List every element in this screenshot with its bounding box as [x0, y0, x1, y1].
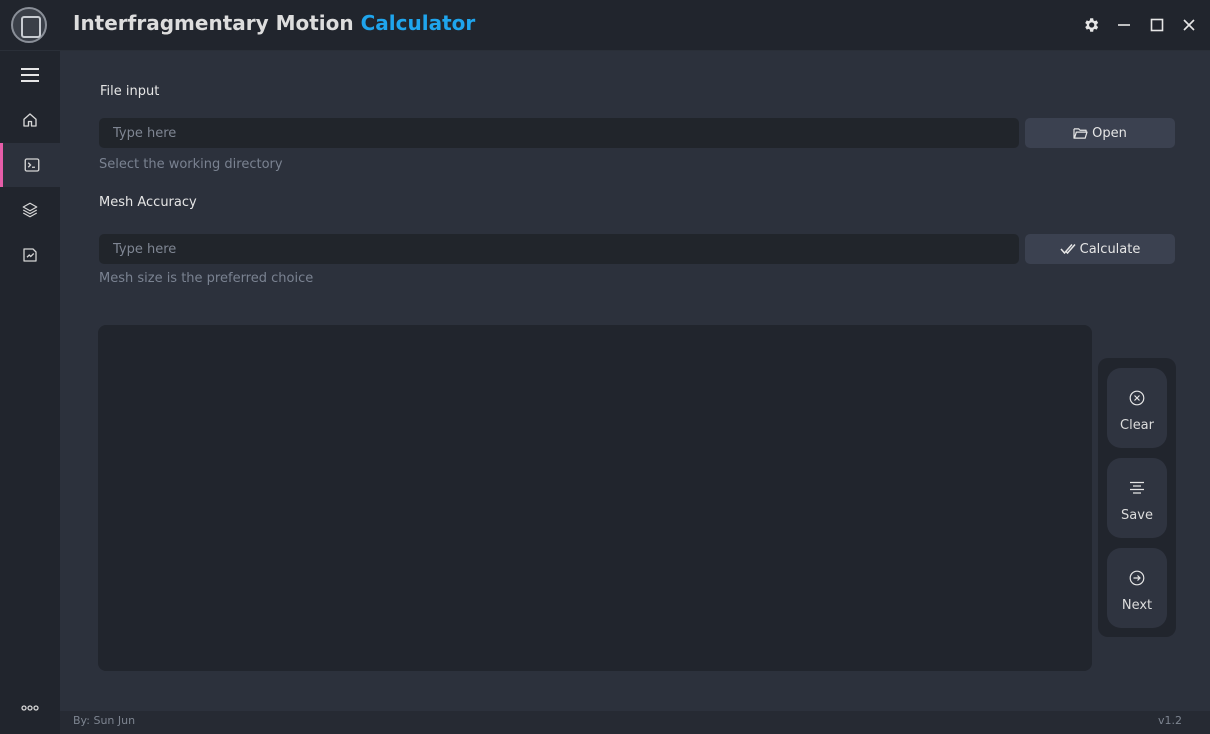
sidebar-item-save-chart[interactable] — [0, 233, 60, 277]
sidebar-more-button[interactable] — [0, 686, 60, 730]
calculate-button-label: Calculate — [1079, 241, 1141, 257]
terminal-icon — [24, 158, 39, 172]
save-chart-icon — [23, 248, 37, 262]
open-button-label: Open — [1092, 125, 1127, 141]
file-input-label: File input — [100, 84, 160, 99]
version-label: v1.2 — [1157, 714, 1182, 727]
maximize-button[interactable] — [1142, 10, 1172, 40]
sidebar — [0, 51, 60, 734]
maximize-icon — [1150, 18, 1164, 32]
save-button-label: Save — [1121, 507, 1153, 523]
mesh-accuracy-field[interactable] — [99, 234, 1019, 264]
home-icon — [23, 113, 37, 127]
author-credit: By: Sun Jun — [73, 714, 136, 727]
hamburger-menu-icon — [21, 68, 39, 82]
app-logo-icon — [11, 7, 47, 43]
clear-circle-x-icon — [1129, 390, 1145, 405]
folder-open-icon — [1073, 127, 1088, 139]
sidebar-item-terminal[interactable] — [0, 143, 60, 187]
app-title-main: Interfragmentary Motion — [73, 11, 361, 35]
next-button-label: Next — [1121, 597, 1153, 613]
open-button[interactable]: Open — [1025, 118, 1175, 148]
sidebar-menu-toggle[interactable] — [0, 53, 60, 97]
status-bar: By: Sun Jun v1.2 — [60, 711, 1210, 734]
app-title-accent: Calculator — [360, 11, 476, 35]
arrow-right-circle-icon — [1129, 570, 1145, 585]
settings-button[interactable] — [1076, 10, 1106, 40]
action-panel: Clear Save Next — [1098, 358, 1176, 637]
title-bar: Interfragmentary Motion Calculator — [0, 0, 1210, 51]
output-text-area[interactable] — [98, 325, 1092, 671]
layers-icon — [22, 202, 38, 218]
more-dots-icon — [21, 705, 39, 711]
check-double-icon — [1060, 244, 1076, 255]
minimize-button[interactable] — [1109, 10, 1139, 40]
close-icon — [1183, 19, 1195, 31]
clear-button-label: Clear — [1120, 417, 1154, 433]
save-button[interactable]: Save — [1107, 458, 1167, 538]
align-center-icon — [1130, 481, 1144, 494]
sidebar-item-home[interactable] — [0, 98, 60, 142]
clear-button[interactable]: Clear — [1107, 368, 1167, 448]
mesh-accuracy-label: Mesh Accuracy — [99, 195, 197, 210]
next-button[interactable]: Next — [1107, 548, 1167, 628]
close-button[interactable] — [1174, 10, 1204, 40]
mesh-accuracy-hint: Mesh size is the preferred choice — [99, 271, 314, 286]
app-title: Interfragmentary Motion Calculator — [73, 11, 475, 35]
file-input-hint: Select the working directory — [99, 157, 283, 172]
file-input-field[interactable] — [99, 118, 1019, 148]
gear-icon — [1085, 18, 1099, 32]
sidebar-item-layers[interactable] — [0, 188, 60, 232]
calculate-button[interactable]: Calculate — [1025, 234, 1175, 264]
minimize-icon — [1118, 24, 1130, 26]
